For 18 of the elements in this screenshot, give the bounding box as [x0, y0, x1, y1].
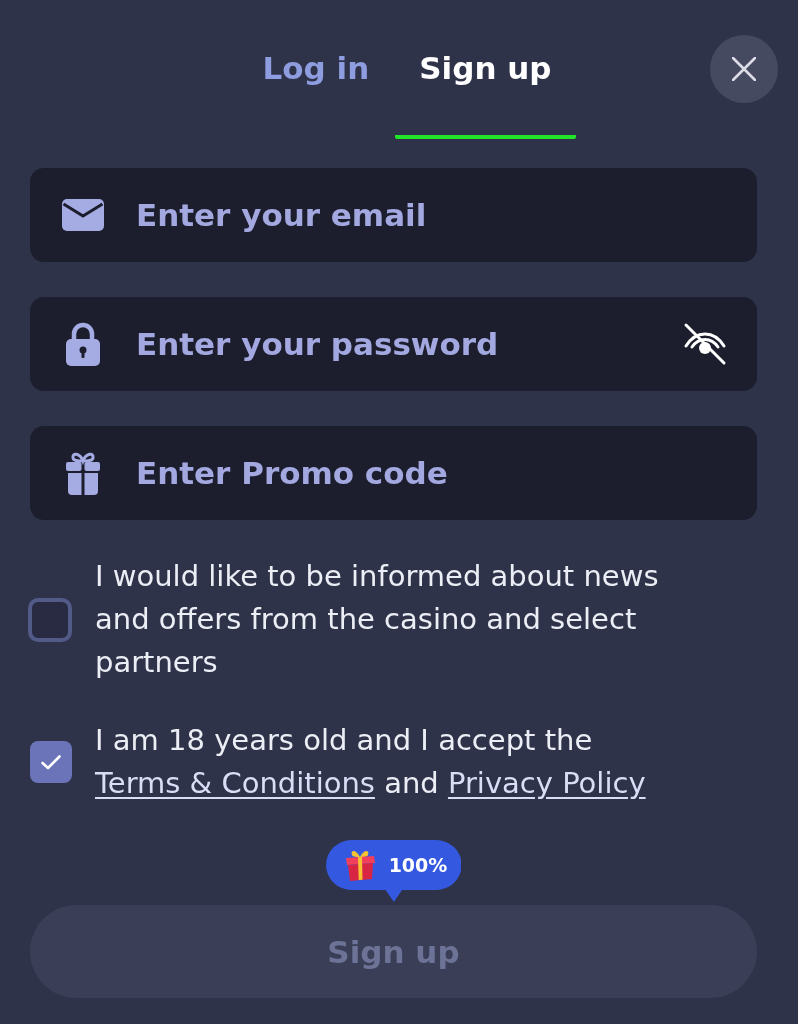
consent-text: I would like to be informed about news and offers from the casino and select partners: [95, 558, 660, 681]
text-link[interactable]: Terms & Conditions: [95, 766, 375, 800]
promo-code-field[interactable]: Enter Promo code: [30, 426, 757, 520]
close-icon: [732, 57, 756, 81]
consent-text: I am 18 years old and I accept the Terms & Conditions and Privacy Policy: [95, 722, 647, 802]
text-link[interactable]: Privacy Policy: [447, 766, 646, 800]
checkbox[interactable]: [30, 741, 72, 783]
eye-slash-icon[interactable]: [683, 322, 727, 366]
bonus-percent: 100%: [388, 854, 448, 876]
auth-tab[interactable]: Log in: [238, 0, 394, 139]
checkmark-icon: [41, 754, 61, 770]
password-field[interactable]: Enter your password: [30, 297, 757, 391]
gift-icon: [66, 451, 100, 495]
email-field[interactable]: Enter your email: [30, 168, 757, 262]
lock-icon: [66, 322, 100, 366]
envelope-icon: [62, 199, 104, 231]
auth-tab[interactable]: Sign up: [395, 0, 576, 139]
checkbox[interactable]: [28, 597, 72, 642]
